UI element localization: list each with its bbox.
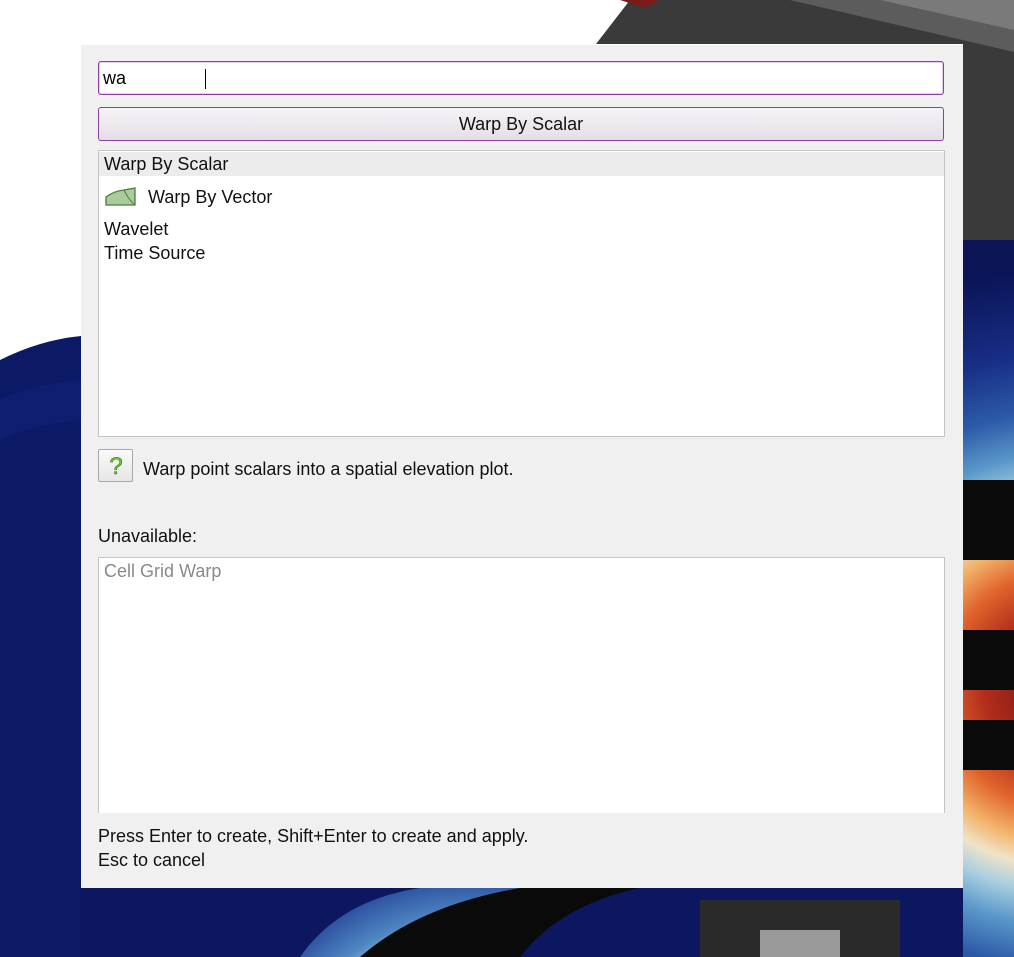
unavailable-heading: Unavailable: [98, 526, 198, 546]
result-item-warp-by-vector[interactable]: Warp By Vector [99, 176, 944, 218]
quick-launch-dialog: Warp By Scalar Warp By Scalar Warp By Ve… [81, 45, 963, 888]
hint-cancel: Esc to cancel [98, 850, 206, 870]
text-caret [205, 69, 206, 89]
warp-vector-icon [104, 185, 138, 209]
hint-create: Press Enter to create, Shift+Enter to cr… [98, 826, 529, 846]
search-input[interactable] [98, 61, 944, 95]
result-item-label: Warp By Scalar [104, 153, 229, 174]
create-button-label: Warp By Scalar [458, 113, 584, 134]
result-item-label: Time Source [104, 242, 206, 263]
help-button[interactable]: ? [98, 449, 133, 482]
create-button[interactable]: Warp By Scalar [98, 107, 944, 141]
help-question-icon: ? [109, 453, 123, 479]
result-item-label: Warp By Vector [148, 186, 273, 207]
result-item-time-source[interactable]: Time Source [99, 241, 944, 265]
result-item-warp-by-scalar[interactable]: Warp By Scalar [99, 152, 944, 176]
filter-description: Warp point scalars into a spatial elevat… [143, 459, 514, 479]
results-list[interactable]: Warp By Scalar Warp By Vector Wavelet Ti… [98, 150, 945, 437]
unavailable-list[interactable]: Cell Grid Warp [98, 557, 945, 813]
unavailable-item-cell-grid-warp: Cell Grid Warp [104, 561, 222, 581]
svg-text:?: ? [109, 453, 122, 479]
result-item-label: Wavelet [104, 219, 169, 239]
result-item-wavelet[interactable]: Wavelet [99, 218, 944, 241]
